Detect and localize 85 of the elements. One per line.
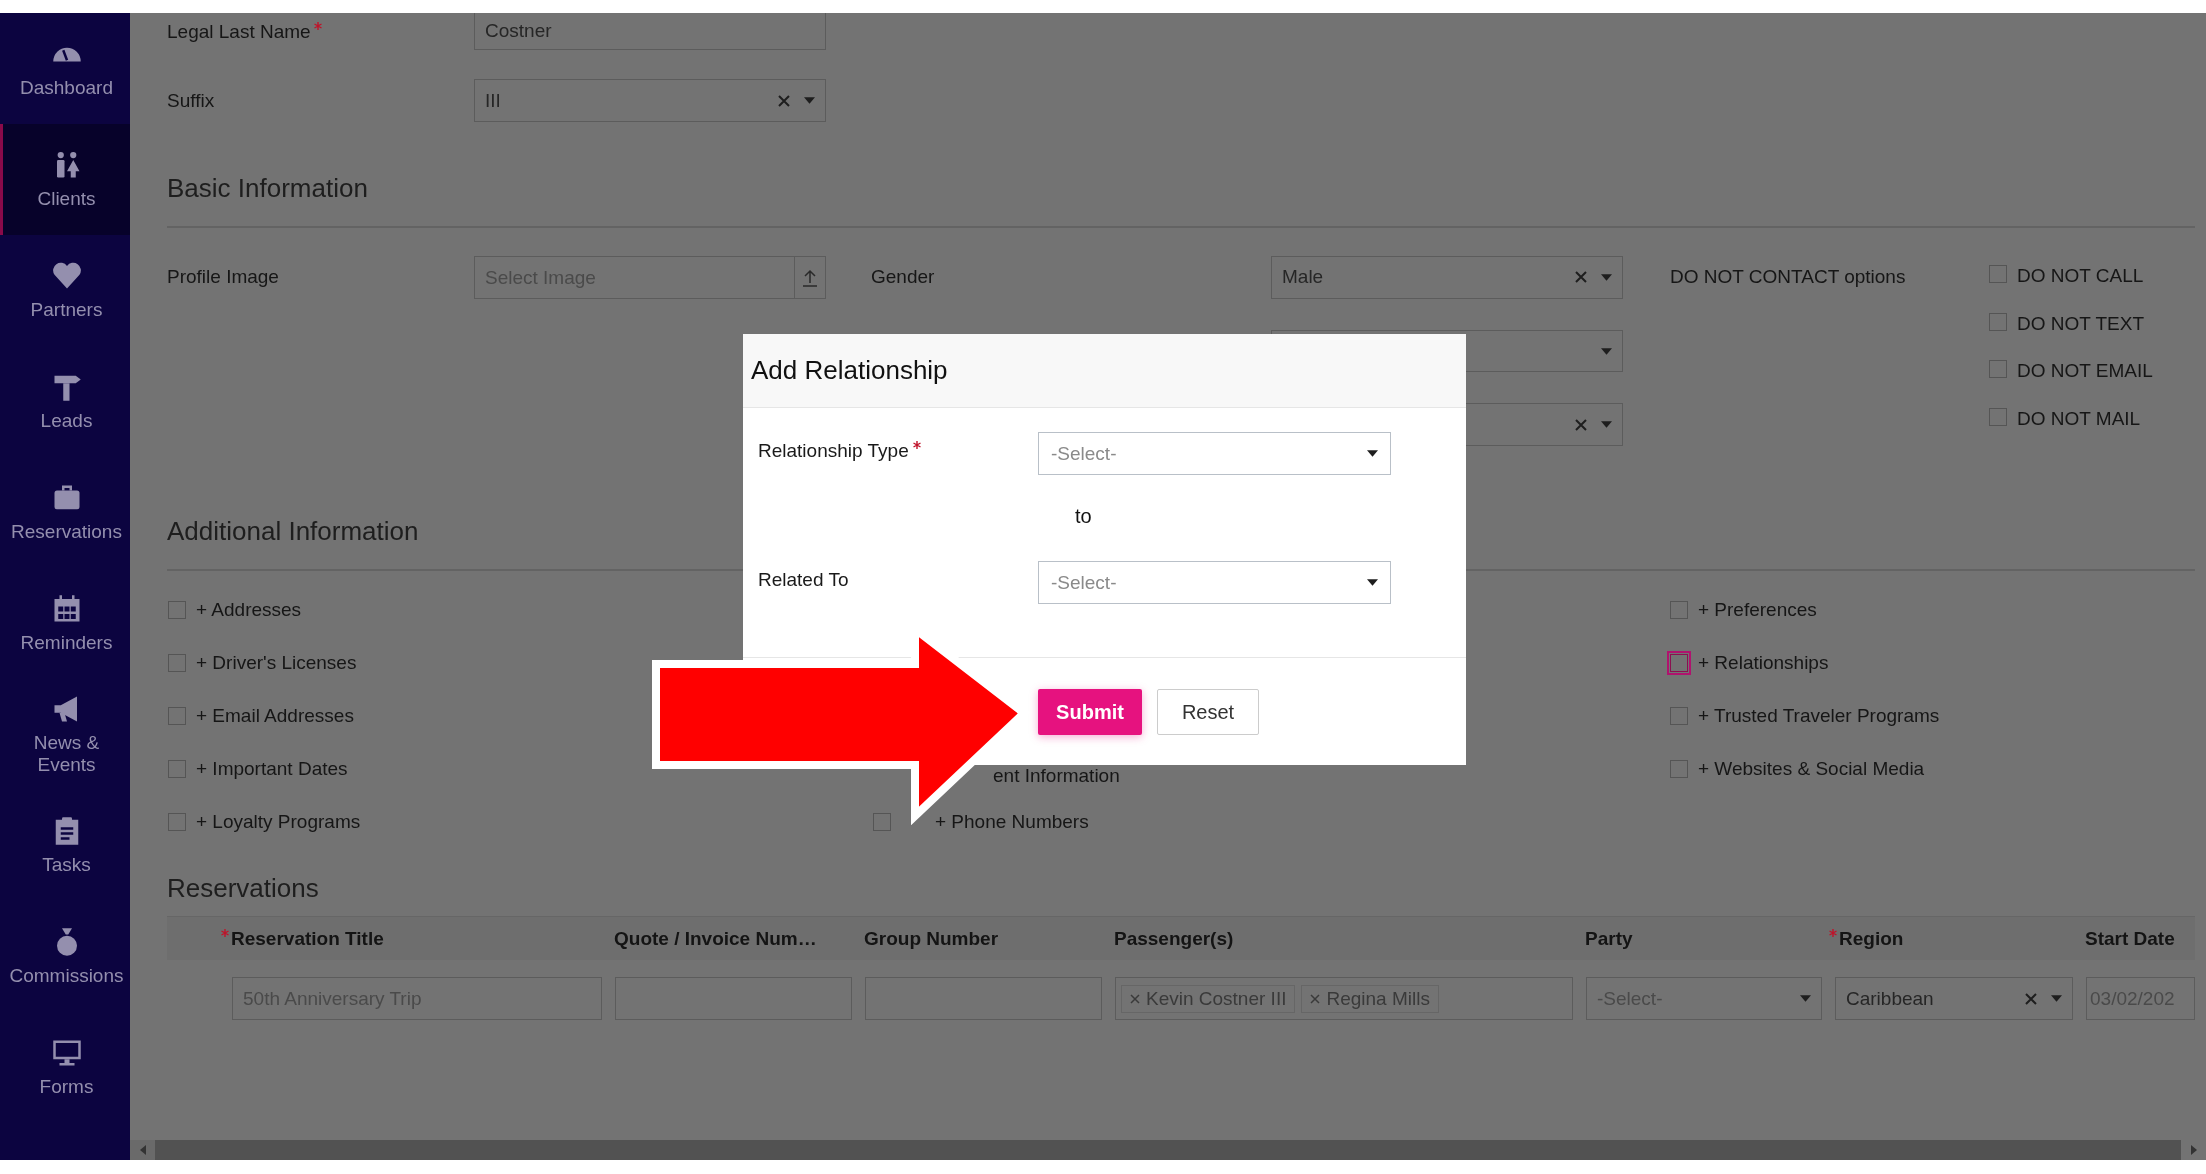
- select-field[interactable]: -Select-: [1038, 561, 1391, 604]
- column-header: Region: [1839, 927, 1904, 950]
- checkbox[interactable]: [168, 759, 186, 778]
- checkbox-label: DO NOT TEXT: [2017, 312, 2145, 335]
- checkbox-label: + Loyalty Programs: [196, 810, 361, 833]
- text-field[interactable]: Costner: [474, 13, 826, 50]
- clear-icon[interactable]: [1575, 271, 1587, 284]
- field-label: Relationship Type: [758, 440, 909, 462]
- checkbox[interactable]: [168, 653, 186, 672]
- heart-icon: [51, 260, 82, 291]
- checkbox-label: + Addresses: [196, 598, 302, 621]
- passenger-tag: Regina Mills: [1301, 984, 1439, 1013]
- checkbox-label: + Phone Numbers: [935, 810, 1089, 833]
- remove-icon[interactable]: [1310, 993, 1321, 1004]
- column-header: Start Date: [2085, 927, 2175, 950]
- checkbox[interactable]: [1670, 759, 1688, 778]
- field-label: Gender: [871, 266, 935, 287]
- checkbox[interactable]: [873, 812, 891, 831]
- checkbox-label: + Email Addresses: [196, 704, 354, 727]
- clear-icon[interactable]: [2025, 992, 2037, 1005]
- nav-item[interactable]: Leads: [0, 346, 130, 457]
- reset-button[interactable]: Reset: [1157, 689, 1259, 735]
- suffix-select[interactable]: III: [474, 79, 826, 122]
- nav-item[interactable]: Tasks: [0, 790, 130, 901]
- caret-icon: [1367, 579, 1378, 586]
- field-label: DO NOT CONTACT options: [1670, 266, 1906, 287]
- checkbox-label: ent Information: [993, 764, 1120, 787]
- select-field[interactable]: Caribbean: [1835, 977, 2073, 1020]
- checkbox[interactable]: [1989, 360, 2007, 378]
- column-header: Reservation Title: [231, 927, 384, 950]
- checkbox[interactable]: [168, 706, 186, 725]
- field-label: Suffix: [167, 89, 215, 112]
- checkbox-label: DO NOT MAIL: [2017, 407, 2141, 430]
- nav-item[interactable]: Reservations: [0, 457, 130, 568]
- nav-item[interactable]: Commissions: [0, 901, 130, 1012]
- checkbox-label: + Driver's Licenses: [196, 651, 357, 674]
- passenger-field[interactable]: Kevin Costner III Regina Mills: [1115, 977, 1573, 1020]
- submit-button[interactable]: Submit: [1038, 689, 1142, 735]
- column-header: Quote / Invoice Num…: [614, 927, 817, 950]
- column-header: Group Number: [864, 927, 999, 950]
- scrollbar-thumb[interactable]: [155, 1140, 2181, 1160]
- caret-icon: [1367, 450, 1378, 457]
- section-heading: Basic Information: [167, 172, 2195, 228]
- field-label: Profile Image: [167, 266, 279, 288]
- checkbox-label: + Preferences: [1698, 598, 1817, 621]
- nav-item[interactable]: Partners: [0, 235, 130, 346]
- column-header: Party: [1585, 927, 1633, 950]
- checkbox-label: DO NOT CALL: [2017, 265, 2144, 287]
- section-heading: Reservations: [167, 872, 320, 905]
- checkbox[interactable]: [1989, 265, 2007, 283]
- clear-icon[interactable]: [1575, 418, 1587, 431]
- checkbox[interactable]: [168, 600, 186, 619]
- checkbox[interactable]: [1989, 407, 2007, 426]
- column-header: Passenger(s): [1114, 927, 1234, 950]
- caret-icon: [1601, 273, 1612, 281]
- nav-item[interactable]: Reminders: [0, 568, 130, 679]
- checkbox-label: + Important Dates: [196, 757, 348, 780]
- checkbox[interactable]: [1670, 706, 1688, 725]
- caret-icon: [1601, 347, 1612, 355]
- caret-icon: [1601, 421, 1612, 429]
- checkbox-label: + Relationships: [1698, 651, 1829, 674]
- caret-icon: [1800, 995, 1811, 1002]
- remove-icon[interactable]: [1130, 993, 1140, 1004]
- dialog-title: Add Relationship: [751, 355, 948, 386]
- caret-icon: [804, 97, 815, 104]
- nav-item[interactable]: Dashboard: [0, 13, 130, 124]
- passenger-tag: Kevin Costner III: [1121, 984, 1296, 1013]
- gender-select[interactable]: Male: [1271, 256, 1623, 299]
- checkbox[interactable]: [168, 812, 186, 831]
- scroll-left-icon[interactable]: [139, 1145, 146, 1155]
- clear-icon[interactable]: [778, 94, 790, 107]
- scroll-right-icon[interactable]: [2190, 1145, 2197, 1155]
- checkbox[interactable]: [1989, 312, 2007, 331]
- checkbox-label: + Trusted Traveler Programs: [1698, 704, 1940, 727]
- checkbox-label: DO NOT EMAIL: [2017, 360, 2153, 382]
- nav-item[interactable]: Clients: [0, 124, 130, 235]
- field-label: Legal Last Name: [167, 20, 311, 43]
- nav-item[interactable]: Forms: [0, 1012, 130, 1123]
- field-label: Related To: [758, 569, 849, 591]
- select-field[interactable]: -Select-: [1038, 432, 1391, 475]
- nav-item[interactable]: News & Events: [0, 679, 130, 790]
- upload-icon[interactable]: [802, 268, 818, 287]
- checkbox[interactable]: [1670, 600, 1688, 619]
- checkbox-label: + Websites & Social Media: [1698, 757, 1925, 780]
- caret-icon: [2051, 995, 2062, 1002]
